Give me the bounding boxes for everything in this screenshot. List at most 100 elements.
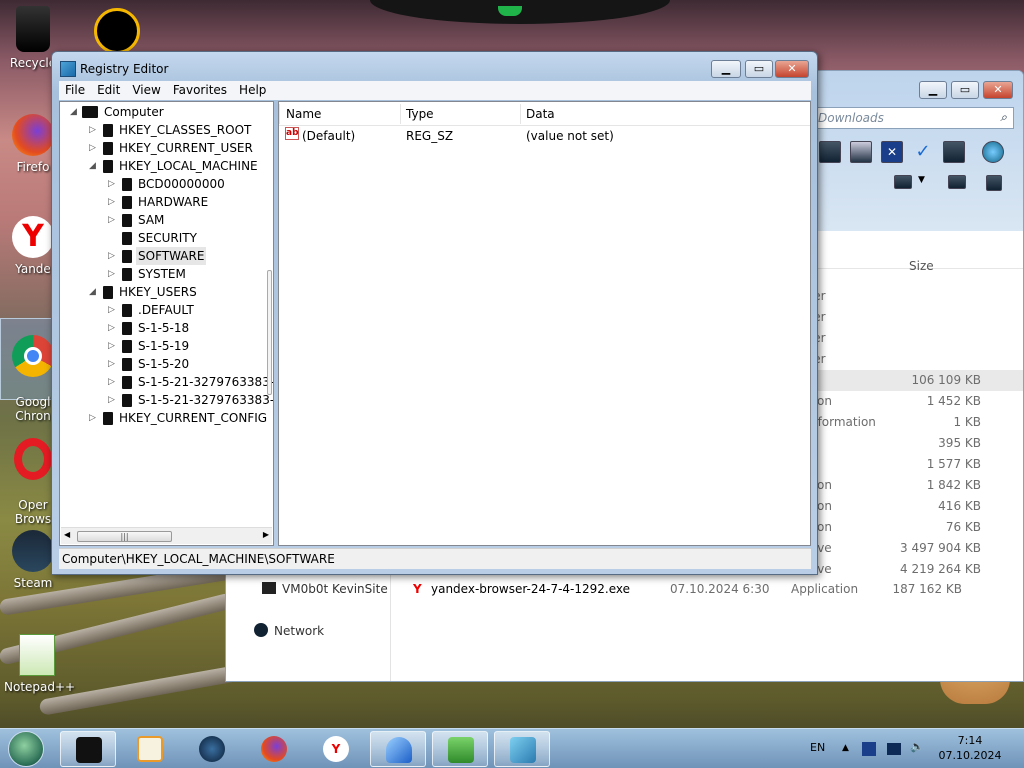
tag-icon[interactable] [943, 141, 965, 163]
expand-arrow-icon[interactable]: ▷ [108, 175, 118, 193]
explorer-list-row[interactable]: ile106 109 KB [791, 370, 1023, 391]
language-indicator[interactable]: EN [810, 741, 825, 754]
registry-editor-window[interactable]: Registry Editor ▁ ▭ ✕ File Edit View Favori… [51, 51, 818, 575]
expand-arrow-icon[interactable]: ▷ [108, 355, 118, 373]
volume-icon[interactable]: 🔈 [910, 740, 924, 753]
nav-item-network[interactable]: Network [254, 621, 324, 641]
close-button[interactable]: ✕ [775, 60, 809, 78]
taskbar-yandex[interactable]: Y [308, 731, 364, 767]
preview-icon[interactable] [948, 175, 966, 189]
expand-arrow-icon[interactable]: ▷ [108, 265, 118, 283]
taskbar-firefox[interactable] [246, 731, 302, 767]
explorer-list-row[interactable]: older [791, 328, 1023, 349]
taskbar-shell[interactable] [184, 731, 240, 767]
copy-icon[interactable] [819, 141, 841, 163]
registry-key-icon [122, 196, 132, 209]
explorer-maximize-button[interactable]: ▭ [951, 81, 979, 99]
delete-icon[interactable]: ✕ [881, 141, 903, 163]
explorer-list-row[interactable]: cation1 842 KB [791, 475, 1023, 496]
registry-key-icon [122, 358, 132, 371]
desktop-icon-notepadpp[interactable]: Notepad++ [4, 634, 75, 694]
monitor-icon[interactable] [887, 743, 901, 755]
help-icon[interactable] [986, 175, 1002, 191]
computer-icon [262, 582, 276, 594]
tree-node-label: HKEY_USERS [119, 285, 197, 299]
column-data[interactable]: Data [526, 107, 555, 121]
maximize-button[interactable]: ▭ [745, 60, 773, 78]
explorer-list-row[interactable]: cation1 452 KB [791, 391, 1023, 412]
collapse-arrow-icon[interactable]: ◢ [89, 157, 99, 175]
desktop-icon-label: Firefo [16, 160, 50, 174]
registry-tree-pane[interactable]: ◢ Computer ▷ HKEY_CLASSES_ROOT ▷ HKEY_CURRENT… [59, 101, 274, 546]
expand-arrow-icon[interactable]: ▷ [108, 391, 118, 409]
explorer-list-row[interactable]: older [791, 286, 1023, 307]
explorer-search-input[interactable]: Downloads ⌕ [811, 107, 1014, 129]
explorer-list-row[interactable]: cation76 KB [791, 517, 1023, 538]
explorer-list-row[interactable]: cation416 KB [791, 496, 1023, 517]
expand-arrow-icon[interactable]: ▷ [108, 211, 118, 229]
taskbar-regedit[interactable] [494, 731, 550, 767]
registry-key-icon [103, 160, 113, 173]
explorer-minimize-button[interactable]: ▁ [919, 81, 947, 99]
tree-horizontal-scrollbar[interactable]: ◀ ||| ▶ [61, 527, 272, 544]
expand-arrow-icon[interactable]: ▷ [108, 193, 118, 211]
menu-view[interactable]: View [126, 81, 166, 99]
shell-icon[interactable] [982, 141, 1004, 163]
expand-arrow-icon[interactable]: ▷ [89, 409, 99, 427]
nav-item-vm[interactable]: VM0b0t KevinSite [262, 579, 388, 599]
expand-arrow-icon[interactable]: ▷ [108, 301, 118, 319]
scroll-thumb[interactable]: ||| [77, 531, 172, 542]
search-placeholder: Downloads [818, 111, 884, 125]
collapse-arrow-icon[interactable]: ◢ [89, 283, 99, 301]
value-row[interactable]: ab (Default) REG_SZ (value not set) [279, 127, 810, 146]
tree-vertical-scrollbar[interactable] [267, 270, 272, 395]
tree-node-label: S-1-5-19 [138, 339, 190, 353]
explorer-list-row[interactable]: 395 KB [791, 433, 1023, 454]
chevron-down-icon[interactable]: ▼ [918, 175, 925, 185]
action-center-icon[interactable] [862, 742, 876, 756]
minimize-button[interactable]: ▁ [711, 60, 741, 78]
explorer-close-button[interactable]: ✕ [983, 81, 1013, 99]
registry-key-icon [103, 142, 113, 155]
taskbar-app-window[interactable] [60, 731, 116, 767]
row-size: 4 219 264 KB [900, 562, 981, 576]
menu-favorites[interactable]: Favorites [167, 81, 233, 99]
show-hidden-icons-icon[interactable]: ▲ [842, 743, 849, 753]
explorer-list-row[interactable]: rchive4 219 264 KB [791, 559, 1023, 580]
menu-file[interactable]: File [59, 81, 91, 99]
collapse-arrow-icon[interactable]: ◢ [70, 103, 80, 121]
expand-arrow-icon[interactable]: ▷ [108, 247, 118, 265]
file-date: 07.10.2024 6:30 [670, 582, 770, 596]
menu-edit[interactable]: Edit [91, 81, 126, 99]
expand-arrow-icon[interactable]: ▷ [108, 337, 118, 355]
size-column-header[interactable]: Size [909, 259, 934, 273]
expand-arrow-icon[interactable]: ▷ [108, 319, 118, 337]
explorer-list-row[interactable]: rchive3 497 904 KB [791, 538, 1023, 559]
explorer-list-row[interactable]: older [791, 349, 1023, 370]
check-icon[interactable]: ✓ [912, 141, 934, 163]
taskbar-media-player[interactable] [122, 731, 178, 767]
desktop-icon-label: Googl Chron [15, 395, 51, 423]
start-button[interactable] [8, 731, 44, 767]
explorer-list-row[interactable]: p Information 1 KB [791, 412, 1023, 433]
expand-arrow-icon[interactable]: ▷ [108, 373, 118, 391]
explorer-list-row[interactable]: older [791, 307, 1023, 328]
taskbar: Y EN ▲ 🔈 7:14 07.10.2024 [0, 728, 1024, 768]
menu-help[interactable]: Help [233, 81, 272, 99]
expand-arrow-icon[interactable]: ▷ [89, 121, 99, 139]
scroll-right-icon[interactable]: ▶ [263, 530, 269, 539]
expand-arrow-icon[interactable]: ▷ [89, 139, 99, 157]
view-icon[interactable] [894, 175, 912, 189]
column-name[interactable]: Name [286, 107, 321, 121]
registry-values-pane[interactable]: Name Type Data ab (Default) REG_SZ (valu… [278, 101, 811, 546]
aimp-icon[interactable] [94, 8, 140, 54]
explorer-file-row[interactable]: Y yandex-browser-24-7-4-1292.exe 07.10.2… [411, 579, 991, 599]
taskbar-app-blue[interactable] [370, 731, 426, 767]
clipboard-icon[interactable] [850, 141, 872, 163]
explorer-list-row[interactable]: le1 577 KB [791, 454, 1023, 475]
taskbar-installer[interactable] [432, 731, 488, 767]
system-clock[interactable]: 7:14 07.10.2024 [930, 733, 1010, 763]
scroll-left-icon[interactable]: ◀ [64, 530, 70, 539]
column-type[interactable]: Type [406, 107, 434, 121]
tree-node-label: .DEFAULT [138, 303, 194, 317]
